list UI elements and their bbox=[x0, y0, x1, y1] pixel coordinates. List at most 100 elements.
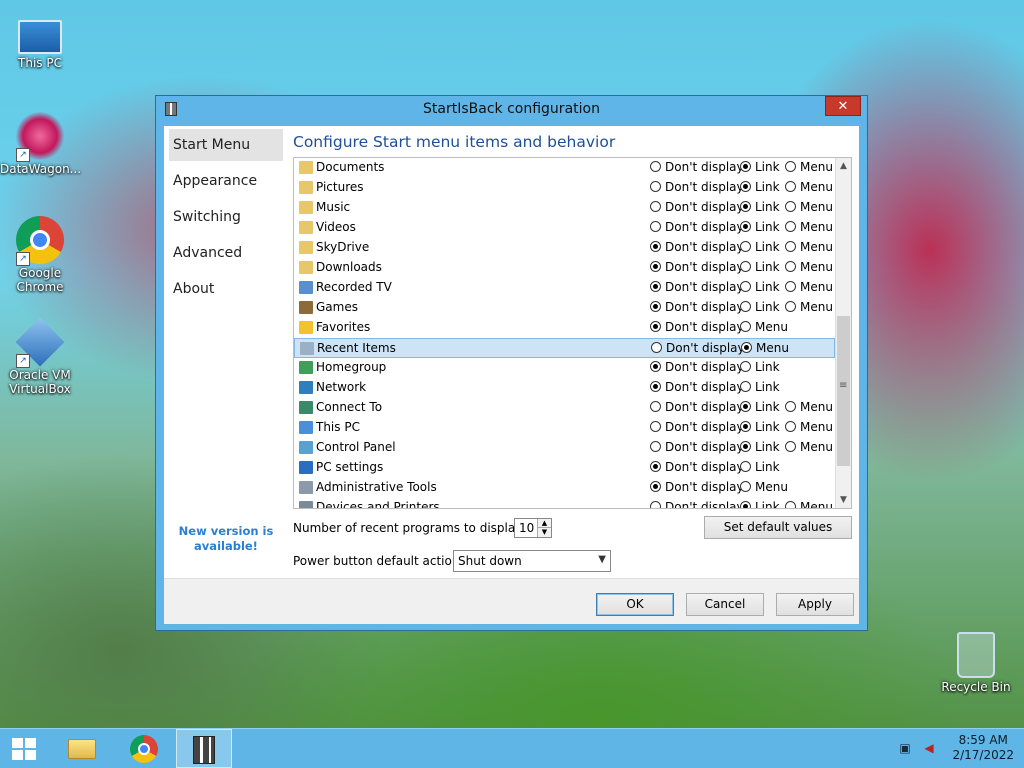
nav-item-appearance[interactable]: Appearance bbox=[169, 165, 283, 197]
radio-button[interactable] bbox=[650, 401, 661, 412]
radio-button[interactable] bbox=[785, 201, 796, 212]
radio-option-dont[interactable]: Don't display bbox=[650, 160, 744, 174]
radio-option-link[interactable]: Link bbox=[740, 220, 780, 234]
radio-option-dont[interactable]: Don't display bbox=[650, 200, 744, 214]
radio-button[interactable] bbox=[740, 161, 751, 172]
start-button[interactable] bbox=[0, 729, 56, 768]
radio-button[interactable] bbox=[785, 161, 796, 172]
radio-button[interactable] bbox=[650, 421, 661, 432]
radio-button[interactable] bbox=[650, 181, 661, 192]
list-item[interactable]: Connect To Don't display Link Menu bbox=[294, 398, 835, 418]
radio-button[interactable] bbox=[740, 381, 751, 392]
radio-button[interactable] bbox=[741, 342, 752, 353]
radio-option-menu[interactable]: Menu bbox=[740, 480, 788, 494]
radio-button[interactable] bbox=[740, 481, 751, 492]
radio-option-menu[interactable]: Menu bbox=[741, 341, 789, 355]
radio-option-dont[interactable]: Don't display bbox=[650, 440, 744, 454]
radio-button[interactable] bbox=[740, 461, 751, 472]
radio-option-link[interactable]: Link bbox=[740, 420, 780, 434]
radio-option-menu[interactable]: Menu bbox=[785, 300, 833, 314]
radio-button[interactable] bbox=[785, 261, 796, 272]
taskbar-clock[interactable]: 8:59 AM 2/17/2022 bbox=[952, 733, 1014, 763]
radio-button[interactable] bbox=[740, 501, 751, 508]
radio-button[interactable] bbox=[740, 441, 751, 452]
desktop-icon-chrome[interactable]: ↗ Google Chrome bbox=[0, 216, 80, 294]
radio-button[interactable] bbox=[740, 401, 751, 412]
list-item[interactable]: SkyDrive Don't display Link Menu bbox=[294, 238, 835, 258]
desktop-icon-this-pc[interactable]: This PC bbox=[0, 12, 80, 70]
radio-option-link[interactable]: Link bbox=[740, 380, 780, 394]
recent-programs-value[interactable]: 10 bbox=[519, 521, 534, 535]
radio-option-menu[interactable]: Menu bbox=[785, 260, 833, 274]
radio-option-menu[interactable]: Menu bbox=[785, 240, 833, 254]
list-item[interactable]: Network Don't display Link bbox=[294, 378, 835, 398]
radio-option-link[interactable]: Link bbox=[740, 300, 780, 314]
radio-option-link[interactable]: Link bbox=[740, 280, 780, 294]
radio-option-menu[interactable]: Menu bbox=[785, 500, 833, 508]
radio-button[interactable] bbox=[785, 241, 796, 252]
list-scrollbar[interactable]: ▲ ▼ bbox=[835, 158, 851, 508]
radio-option-menu[interactable]: Menu bbox=[785, 420, 833, 434]
apply-button[interactable]: Apply bbox=[776, 593, 854, 616]
list-item[interactable]: PC settings Don't display Link bbox=[294, 458, 835, 478]
radio-option-dont[interactable]: Don't display bbox=[650, 220, 744, 234]
volume-muted-icon[interactable]: ◀ bbox=[922, 741, 936, 755]
cancel-button[interactable]: Cancel bbox=[686, 593, 764, 616]
radio-option-menu[interactable]: Menu bbox=[785, 280, 833, 294]
recent-programs-spinner[interactable]: 10 ▲ ▼ bbox=[514, 518, 552, 538]
radio-option-menu[interactable]: Menu bbox=[785, 220, 833, 234]
list-item[interactable]: Favorites Don't display Menu bbox=[294, 318, 835, 338]
radio-button[interactable] bbox=[650, 281, 661, 292]
taskbar-startisback-config[interactable] bbox=[176, 729, 232, 768]
scroll-down-arrow-icon[interactable]: ▼ bbox=[836, 492, 851, 508]
radio-option-dont[interactable]: Don't display bbox=[651, 341, 745, 355]
ok-button[interactable]: OK bbox=[596, 593, 674, 616]
radio-button[interactable] bbox=[785, 401, 796, 412]
radio-button[interactable] bbox=[650, 321, 661, 332]
radio-button[interactable] bbox=[650, 361, 661, 372]
radio-option-dont[interactable]: Don't display bbox=[650, 300, 744, 314]
radio-button[interactable] bbox=[785, 421, 796, 432]
radio-button[interactable] bbox=[740, 321, 751, 332]
radio-button[interactable] bbox=[785, 301, 796, 312]
radio-option-dont[interactable]: Don't display bbox=[650, 180, 744, 194]
list-item[interactable]: Music Don't display Link Menu bbox=[294, 198, 835, 218]
radio-option-menu[interactable]: Menu bbox=[785, 440, 833, 454]
radio-option-link[interactable]: Link bbox=[740, 460, 780, 474]
taskbar-file-explorer[interactable] bbox=[54, 729, 110, 768]
scroll-up-arrow-icon[interactable]: ▲ bbox=[836, 158, 851, 174]
radio-option-dont[interactable]: Don't display bbox=[650, 380, 744, 394]
radio-option-dont[interactable]: Don't display bbox=[650, 280, 744, 294]
new-version-link[interactable]: New version is available! bbox=[174, 524, 278, 554]
radio-option-link[interactable]: Link bbox=[740, 200, 780, 214]
radio-option-dont[interactable]: Don't display bbox=[650, 420, 744, 434]
radio-button[interactable] bbox=[650, 241, 661, 252]
list-item[interactable]: This PC Don't display Link Menu bbox=[294, 418, 835, 438]
radio-option-link[interactable]: Link bbox=[740, 440, 780, 454]
scroll-thumb[interactable] bbox=[837, 316, 850, 466]
list-item[interactable]: Homegroup Don't display Link bbox=[294, 358, 835, 378]
list-item[interactable]: Recorded TV Don't display Link Menu bbox=[294, 278, 835, 298]
radio-option-link[interactable]: Link bbox=[740, 360, 780, 374]
radio-option-dont[interactable]: Don't display bbox=[650, 360, 744, 374]
nav-item-start-menu[interactable]: Start Menu bbox=[169, 129, 283, 161]
radio-option-link[interactable]: Link bbox=[740, 500, 780, 508]
list-item[interactable]: Downloads Don't display Link Menu bbox=[294, 258, 835, 278]
radio-option-menu[interactable]: Menu bbox=[785, 180, 833, 194]
radio-option-dont[interactable]: Don't display bbox=[650, 240, 744, 254]
radio-option-dont[interactable]: Don't display bbox=[650, 320, 744, 334]
radio-option-link[interactable]: Link bbox=[740, 180, 780, 194]
radio-button[interactable] bbox=[740, 361, 751, 372]
spinner-down-icon[interactable]: ▼ bbox=[537, 527, 551, 537]
radio-option-link[interactable]: Link bbox=[740, 260, 780, 274]
radio-button[interactable] bbox=[650, 261, 661, 272]
radio-button[interactable] bbox=[651, 342, 662, 353]
nav-item-switching[interactable]: Switching bbox=[169, 201, 283, 233]
radio-button[interactable] bbox=[785, 441, 796, 452]
radio-option-menu[interactable]: Menu bbox=[740, 320, 788, 334]
radio-option-menu[interactable]: Menu bbox=[785, 400, 833, 414]
radio-button[interactable] bbox=[785, 501, 796, 508]
radio-option-link[interactable]: Link bbox=[740, 160, 780, 174]
radio-button[interactable] bbox=[740, 201, 751, 212]
radio-option-dont[interactable]: Don't display bbox=[650, 480, 744, 494]
